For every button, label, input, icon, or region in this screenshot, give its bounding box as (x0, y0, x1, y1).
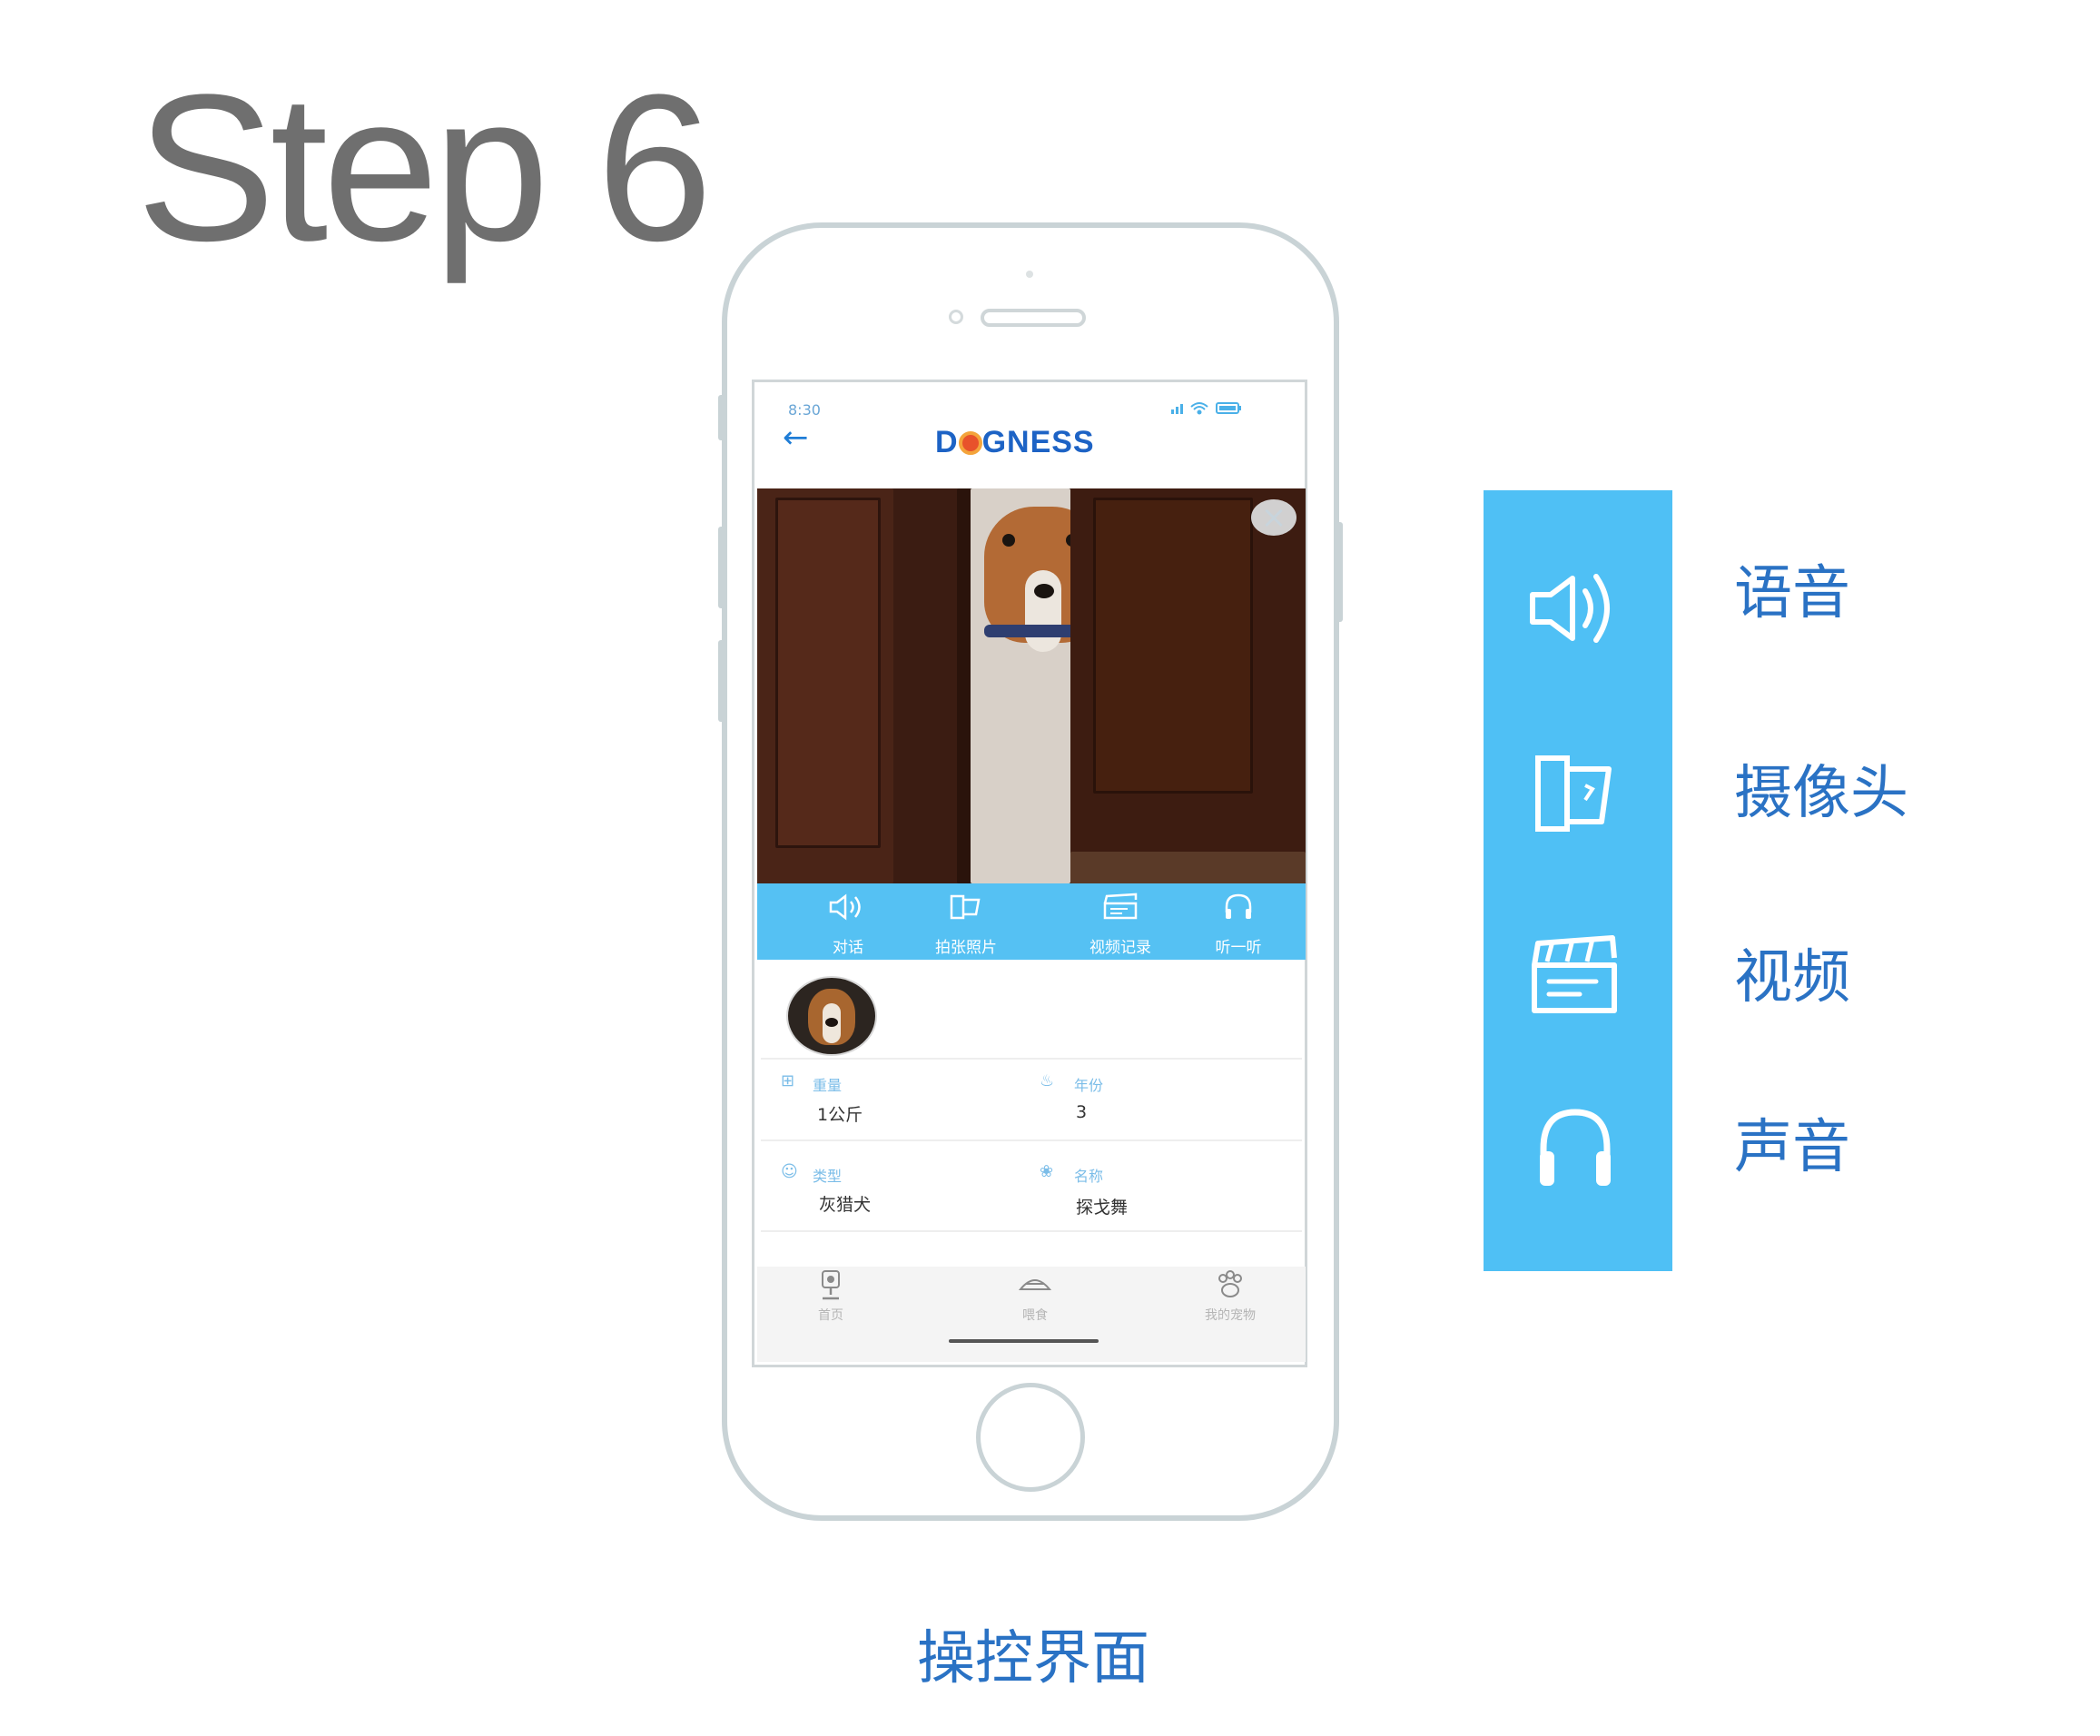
legend-video-label: 视频 (1734, 944, 1850, 1011)
camera-device-icon (822, 1270, 840, 1300)
control-toolbar: 对话 拍张照片 视频记录 听一听 (757, 883, 1306, 960)
headphones-icon (1540, 1109, 1611, 1186)
nav-my-pet[interactable]: 我的宠物 (1189, 1269, 1271, 1324)
legend-voice-label: 语音 (1734, 560, 1850, 627)
headphones-icon (1225, 893, 1252, 919)
listen-button[interactable]: 听一听 (1198, 883, 1279, 960)
dog-muzzle (1025, 570, 1061, 652)
camera-icon (1535, 755, 1612, 832)
feeder-icon (1018, 1279, 1052, 1290)
paw-icon: ❀ (1040, 1162, 1054, 1181)
step-title: Step 6 (136, 51, 713, 284)
battery-icon (1216, 402, 1241, 414)
dog-type-icon: ☺ (781, 1162, 798, 1181)
nav-feed[interactable]: 喂食 (1003, 1269, 1067, 1324)
cake-icon: ♨ (1040, 1071, 1055, 1090)
pet-avatar[interactable] (786, 976, 877, 1056)
divider-bottom (761, 1230, 1302, 1232)
brand-logo: D GNESS (935, 427, 1095, 458)
video-record-label: 视频记录 (1089, 939, 1151, 957)
dog-nose (1034, 584, 1054, 598)
divider-top (761, 1058, 1302, 1060)
age-value: 3 (1076, 1102, 1088, 1122)
brand-logo-o (958, 431, 982, 455)
back-arrow-icon[interactable]: ← (783, 422, 809, 453)
weight-value: 1公斤 (817, 1105, 863, 1125)
legend-camera-label: 摄像头 (1734, 760, 1908, 827)
caption: 操控界面 (917, 1625, 1149, 1692)
talk-button[interactable]: 对话 (812, 883, 884, 960)
status-icons (1171, 399, 1244, 419)
nav-feed-label: 喂食 (1022, 1308, 1048, 1323)
talk-label: 对话 (833, 939, 863, 957)
weight-label: 重量 (813, 1077, 843, 1094)
dog-eye-left (1002, 534, 1015, 547)
age-label: 年份 (1074, 1077, 1104, 1094)
listen-label: 听一听 (1215, 939, 1262, 957)
video-record-button[interactable]: 视频记录 (1070, 883, 1170, 960)
brand-prefix: D (935, 425, 959, 459)
earpiece-speaker (981, 309, 1086, 327)
nav-home-label: 首页 (818, 1308, 843, 1323)
close-icon[interactable]: × (1251, 499, 1296, 536)
weight-icon: ⊞ (781, 1071, 795, 1090)
mute-switch (718, 395, 725, 440)
wifi-icon (1190, 402, 1208, 415)
power-button (1336, 522, 1343, 622)
nav-home[interactable]: 首页 (799, 1269, 863, 1324)
front-sensor (1026, 271, 1033, 278)
type-value: 灰猎犬 (819, 1195, 872, 1215)
volume-up-button (718, 527, 725, 608)
divider-middle (761, 1139, 1302, 1141)
status-time: 8:30 (788, 401, 821, 419)
nav-my-pet-label: 我的宠物 (1205, 1308, 1256, 1323)
camera-icon (950, 894, 981, 920)
speaker-icon (829, 893, 861, 921)
door-right-inset (1093, 498, 1253, 794)
floor (1070, 852, 1306, 883)
front-camera (949, 310, 963, 324)
brand-suffix: GNESS (981, 425, 1095, 459)
paw-icon (1218, 1270, 1242, 1297)
video-feed[interactable] (757, 488, 1306, 883)
door-left-inset (775, 498, 881, 848)
photo-button[interactable]: 拍张照片 (921, 883, 1011, 960)
signal-icon (1171, 404, 1183, 414)
clapperboard-icon (1103, 893, 1138, 920)
home-indicator (949, 1339, 1099, 1343)
home-button[interactable] (976, 1383, 1085, 1492)
name-label: 名称 (1074, 1168, 1104, 1185)
name-value: 探戈舞 (1076, 1198, 1129, 1218)
clapperboard-icon (1532, 935, 1617, 1013)
speaker-icon (1530, 574, 1610, 643)
photo-label: 拍张照片 (935, 939, 997, 957)
volume-down-button (718, 640, 725, 722)
legend-sound-label: 声音 (1734, 1114, 1850, 1181)
type-label: 类型 (813, 1168, 843, 1185)
